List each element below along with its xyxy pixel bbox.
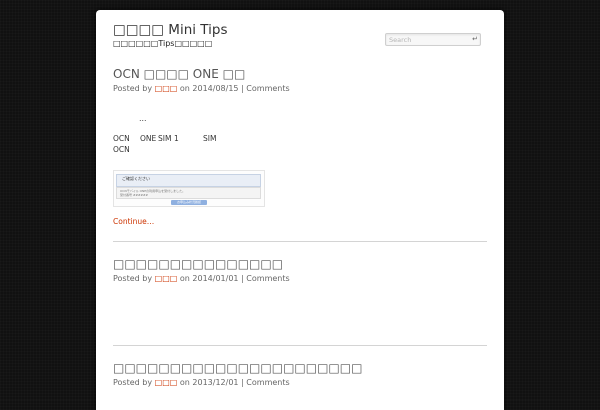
post-title[interactable]: OCN □□□□ ONE □□ <box>113 67 487 81</box>
screenshot-heading-bar: ご確認ください <box>116 174 261 187</box>
meta-posted-by: Posted by <box>113 378 153 387</box>
post-date-link[interactable]: 2013/12/01 <box>192 378 238 387</box>
post-article: □□□□□□□□□□□□□□□ Posted by □□□ on 2014/01… <box>113 257 487 283</box>
search-input[interactable] <box>389 34 467 45</box>
site-title[interactable]: □□□□ Mini Tips <box>113 22 228 38</box>
meta-posted-by: Posted by <box>113 84 153 93</box>
excerpt-line-1: OCN ONE SIM 1 SIM <box>113 134 493 144</box>
screenshot-button-label: お申込み状況確認 <box>177 200 202 204</box>
post-author-link[interactable]: □□□ <box>155 378 178 387</box>
excerpt-word: OCN <box>113 134 130 143</box>
screenshot-message-box: OCNモバイル ONEの利用申込を受付しました。 受付番号 ###### <box>116 187 261 199</box>
site-description: □□□□□□Tips□□□□□ <box>113 39 213 48</box>
post-date-link[interactable]: 2014/08/15 <box>192 84 238 93</box>
screenshot-line: 受付番号 ###### <box>120 193 149 197</box>
excerpt-line-2: OCN <box>113 145 130 154</box>
site-header: □□□□ Mini Tips □□□□□□Tips□□□□□ ↵ <box>113 22 487 62</box>
meta-separator: | <box>241 84 244 93</box>
post-divider <box>113 241 487 242</box>
continue-reading-link[interactable]: Continue… <box>113 217 154 226</box>
post-article: OCN □□□□ ONE □□ Posted by □□□ on 2014/08… <box>113 67 487 93</box>
page-container: □□□□ Mini Tips □□□□□□Tips□□□□□ ↵ OCN □□□… <box>96 10 504 410</box>
post-date-link[interactable]: 2014/01/01 <box>192 274 238 283</box>
screenshot-heading: ご確認ください <box>122 176 150 181</box>
post-comments-link[interactable]: Comments <box>246 274 289 283</box>
search-box: ↵ <box>385 33 481 46</box>
post-divider <box>113 345 487 346</box>
post-meta: Posted by □□□ on 2013/12/01 | Comments <box>113 378 487 387</box>
meta-on: on <box>179 84 190 93</box>
post-comments-link[interactable]: Comments <box>246 84 289 93</box>
post-meta: Posted by □□□ on 2014/08/15 | Comments <box>113 84 487 93</box>
excerpt-ellipsis: … <box>139 114 147 123</box>
excerpt-word: SIM <box>158 134 172 143</box>
excerpt-word: SIM <box>203 134 217 143</box>
meta-separator: | <box>241 378 244 387</box>
post-meta: Posted by □□□ on 2014/01/01 | Comments <box>113 274 487 283</box>
post-author-link[interactable]: □□□ <box>155 84 178 93</box>
post-author-link[interactable]: □□□ <box>155 274 178 283</box>
post-screenshot-image: ご確認ください OCNモバイル ONEの利用申込を受付しました。 受付番号 ##… <box>113 170 265 207</box>
post-article: □□□□□□□□□□□□□□□□□□□□□□ Posted by □□□ on … <box>113 361 487 387</box>
post-comments-link[interactable]: Comments <box>246 378 289 387</box>
meta-posted-by: Posted by <box>113 274 153 283</box>
post-title[interactable]: □□□□□□□□□□□□□□□□□□□□□□ <box>113 361 487 375</box>
meta-on: on <box>179 274 190 283</box>
screenshot-button: お申込み状況確認 <box>171 200 207 205</box>
excerpt-word: 1 <box>174 134 179 143</box>
post-title[interactable]: □□□□□□□□□□□□□□□ <box>113 257 487 271</box>
meta-on: on <box>179 378 190 387</box>
meta-separator: | <box>241 274 244 283</box>
enter-arrow-icon[interactable]: ↵ <box>472 34 478 45</box>
excerpt-word: ONE <box>140 134 157 143</box>
